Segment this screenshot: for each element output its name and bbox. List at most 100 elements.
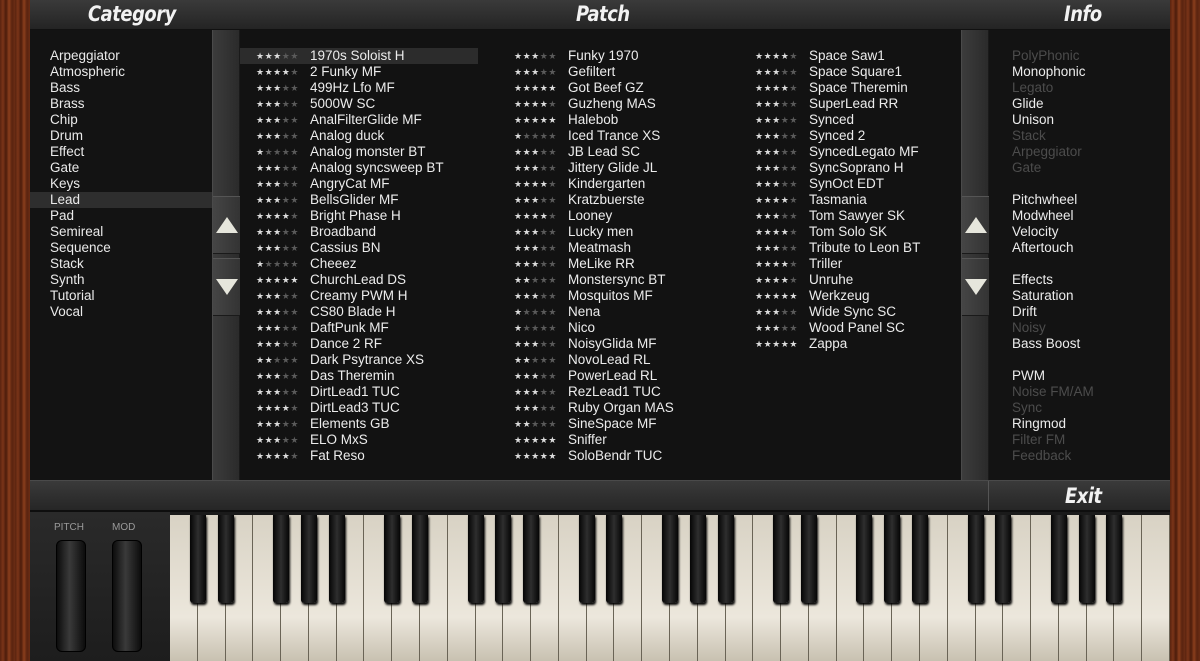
black-key[interactable]: [189, 515, 206, 603]
patch-row[interactable]: ★★★★★ Space Theremin: [739, 80, 961, 96]
patch-row[interactable]: ★★★★★ Nico: [498, 320, 728, 336]
patch-row[interactable]: ★★★★★ Werkzeug: [739, 288, 961, 304]
category-item[interactable]: Pad: [30, 208, 212, 224]
black-key[interactable]: [523, 515, 540, 603]
exit-button[interactable]: Exit: [988, 481, 1170, 511]
black-key[interactable]: [912, 515, 928, 603]
black-key[interactable]: [467, 515, 484, 603]
patch-row[interactable]: ★★★★★ Analog syncsweep BT: [240, 160, 478, 176]
patch-row[interactable]: ★★★★★ Monstersync BT: [498, 272, 728, 288]
patch-row[interactable]: ★★★★★ Tasmania: [739, 192, 961, 208]
black-key[interactable]: [328, 515, 345, 603]
patch-row[interactable]: ★★★★★ Unruhe: [739, 272, 961, 288]
category-scroll-down-button[interactable]: [213, 258, 241, 316]
category-scroll-up-button[interactable]: [213, 196, 241, 254]
patch-row[interactable]: ★★★★★ Broadband: [240, 224, 478, 240]
patch-row[interactable]: ★★★★★ Sniffer: [498, 432, 728, 448]
black-key[interactable]: [662, 515, 678, 603]
patch-row[interactable]: ★★★★★ Gefiltert: [498, 64, 728, 80]
black-key[interactable]: [217, 515, 234, 603]
patch-row[interactable]: ★★★★★ 499Hz Lfo MF: [240, 80, 478, 96]
patch-scroll-up-button[interactable]: [962, 196, 990, 254]
patch-row[interactable]: ★★★★★ Jittery Glide JL: [498, 160, 728, 176]
patch-row[interactable]: ★★★★★ Analog monster BT: [240, 144, 478, 160]
patch-row[interactable]: ★★★★★ SyncedLegato MF: [739, 144, 961, 160]
black-key[interactable]: [800, 515, 817, 603]
patch-row[interactable]: ★★★★★ Tom Sawyer SK: [739, 208, 961, 224]
category-item[interactable]: Vocal: [30, 304, 212, 320]
patch-row[interactable]: ★★★★★ Kindergarten: [498, 176, 728, 192]
patch-row[interactable]: ★★★★★ Space Saw1: [739, 48, 961, 64]
patch-row[interactable]: ★★★★★ Lucky men: [498, 224, 728, 240]
patch-row[interactable]: ★★★★★ Synced: [739, 112, 961, 128]
patch-row[interactable]: ★★★★★ SoloBendr TUC: [498, 448, 728, 464]
category-item[interactable]: Tutorial: [30, 288, 212, 304]
piano-keyboard[interactable]: [170, 515, 1170, 661]
patch-row[interactable]: ★★★★★ AnalFilterGlide MF: [240, 112, 478, 128]
black-key[interactable]: [1050, 515, 1067, 603]
black-key[interactable]: [578, 515, 595, 603]
patch-row[interactable]: ★★★★★ Got Beef GZ: [498, 80, 728, 96]
black-key[interactable]: [300, 515, 317, 603]
category-item[interactable]: Keys: [30, 176, 212, 192]
patch-row[interactable]: ★★★★★ Das Theremin: [240, 368, 478, 384]
category-item[interactable]: Atmospheric: [30, 64, 212, 80]
mod-wheel[interactable]: [112, 540, 142, 652]
patch-row[interactable]: ★★★★★ NoisyGlida MF: [498, 336, 728, 352]
patch-row[interactable]: ★★★★★ AngryCat MF: [240, 176, 478, 192]
patch-row[interactable]: ★★★★★ Wide Sync SC: [739, 304, 961, 320]
patch-row[interactable]: ★★★★★ 2 Funky MF: [240, 64, 478, 80]
patch-row[interactable]: ★★★★★ NovoLead RL: [498, 352, 728, 368]
category-item[interactable]: Gate: [30, 160, 212, 176]
patch-scrollbar[interactable]: [961, 30, 990, 480]
black-key[interactable]: [995, 515, 1012, 603]
patch-row[interactable]: ★★★★★ Fat Reso: [240, 448, 478, 464]
patch-row[interactable]: ★★★★★ Meatmash: [498, 240, 728, 256]
patch-row[interactable]: ★★★★★ Bright Phase H: [240, 208, 478, 224]
pitch-wheel[interactable]: [56, 540, 86, 652]
patch-row[interactable]: ★★★★★ JB Lead SC: [498, 144, 728, 160]
patch-row[interactable]: ★★★★★ Zappa: [739, 336, 961, 352]
black-key[interactable]: [856, 515, 873, 603]
patch-row[interactable]: ★★★★★ Funky 1970: [498, 48, 728, 64]
patch-row[interactable]: ★★★★★ ChurchLead DS: [240, 272, 478, 288]
patch-row[interactable]: ★★★★★ Nena: [498, 304, 728, 320]
patch-row[interactable]: ★★★★★ DirtLead1 TUC: [240, 384, 478, 400]
patch-row[interactable]: ★★★★★ RezLead1 TUC: [498, 384, 728, 400]
black-key[interactable]: [384, 515, 401, 603]
patch-row[interactable]: ★★★★★ Dark Psytrance XS: [240, 352, 478, 368]
black-key[interactable]: [1078, 515, 1095, 603]
black-key[interactable]: [273, 515, 290, 603]
category-item[interactable]: Semireal: [30, 224, 212, 240]
category-item[interactable]: Sequence: [30, 240, 212, 256]
category-item[interactable]: Chip: [30, 112, 212, 128]
black-key[interactable]: [689, 515, 706, 603]
black-key[interactable]: [884, 515, 901, 603]
black-key[interactable]: [495, 515, 512, 603]
patch-row[interactable]: ★★★★★ Looney: [498, 208, 728, 224]
patch-row[interactable]: ★★★★★ Mosquitos MF: [498, 288, 728, 304]
patch-row[interactable]: ★★★★★ PowerLead RL: [498, 368, 728, 384]
category-item[interactable]: Stack: [30, 256, 212, 272]
patch-row[interactable]: ★★★★★ Tom Solo SK: [739, 224, 961, 240]
category-item[interactable]: Drum: [30, 128, 212, 144]
category-item[interactable]: Arpeggiator: [30, 48, 212, 64]
patch-row[interactable]: ★★★★★ SineSpace MF: [498, 416, 728, 432]
black-key[interactable]: [1106, 515, 1123, 603]
patch-row[interactable]: ★★★★★ Wood Panel SC: [739, 320, 961, 336]
white-key[interactable]: [1142, 515, 1170, 661]
category-item[interactable]: Synth: [30, 272, 212, 288]
patch-row[interactable]: ★★★★★ Triller: [739, 256, 961, 272]
patch-row[interactable]: ★★★★★ Creamy PWM H: [240, 288, 478, 304]
patch-row[interactable]: ★★★★★ Halebob: [498, 112, 728, 128]
patch-row[interactable]: ★★★★★ ELO MxS: [240, 432, 478, 448]
category-scrollbar[interactable]: [212, 30, 241, 480]
black-key[interactable]: [967, 515, 984, 603]
patch-row[interactable]: ★★★★★ CS80 Blade H: [240, 304, 478, 320]
category-item[interactable]: Effect: [30, 144, 212, 160]
patch-row[interactable]: ★★★★★ SyncSoprano H: [739, 160, 961, 176]
patch-row[interactable]: ★★★★★ Cassius BN: [240, 240, 478, 256]
patch-row[interactable]: ★★★★★ Synced 2: [739, 128, 961, 144]
patch-row[interactable]: ★★★★★ Cheeez: [240, 256, 478, 272]
patch-row[interactable]: ★★★★★ Tribute to Leon BT: [739, 240, 961, 256]
